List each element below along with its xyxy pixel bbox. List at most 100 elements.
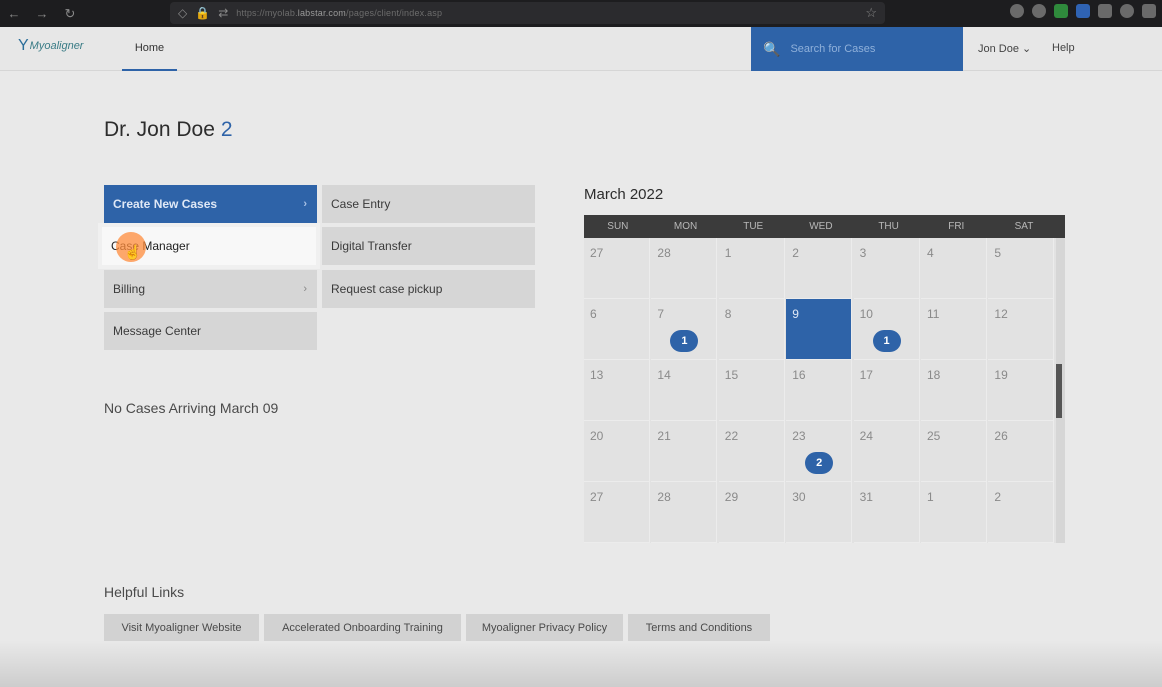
day-number: 9 xyxy=(792,307,799,321)
calendar-day[interactable]: 28 xyxy=(651,238,718,299)
billing-button[interactable]: Billing › xyxy=(104,270,317,308)
back-icon[interactable]: ← xyxy=(0,6,28,21)
privacy-policy-link[interactable]: Myoaligner Privacy Policy xyxy=(466,614,623,641)
notification-count[interactable]: 2 xyxy=(221,118,233,141)
weekday-label: WED xyxy=(809,221,833,232)
logo-text: Myoaligner xyxy=(29,40,84,52)
day-number: 7 xyxy=(657,307,665,321)
day-number: 23 xyxy=(792,429,806,443)
calendar-day[interactable]: 18 xyxy=(921,360,987,421)
onboarding-training-link[interactable]: Accelerated Onboarding Training xyxy=(264,614,461,641)
library-icon[interactable] xyxy=(1098,4,1112,18)
calendar-day[interactable]: 17 xyxy=(853,360,920,421)
calendar-day[interactable]: 23 2 xyxy=(786,421,853,482)
calendar-grid: 27 28 1 2 3 4 5 6 7 1 8 9 10 1 11 12 13 14 15 16 17 18 19 20 21 2… xyxy=(584,238,1056,543)
menu-label: Message Center xyxy=(113,324,202,338)
case-entry-button[interactable]: Case Entry xyxy=(322,185,535,223)
calendar-day[interactable]: 6 xyxy=(584,299,650,360)
permissions-icon: ⇄ xyxy=(218,6,229,20)
calendar-day[interactable]: 13 xyxy=(584,360,650,421)
forward-icon[interactable]: → xyxy=(28,6,56,21)
calendar-day[interactable]: 5 xyxy=(988,238,1055,299)
calendar-day[interactable]: 2 xyxy=(786,238,853,299)
calendar-day[interactable]: 27 xyxy=(584,238,650,299)
digital-transfer-button[interactable]: Digital Transfer xyxy=(322,227,535,265)
chevron-right-icon: › xyxy=(303,283,307,295)
profile-icon[interactable] xyxy=(1120,4,1134,18)
calendar-day[interactable]: 15 xyxy=(718,360,785,421)
request-pickup-button[interactable]: Request case pickup xyxy=(322,270,535,308)
day-number: 27 xyxy=(590,490,604,504)
search-box[interactable]: 🔍 xyxy=(751,27,963,71)
extension-icon[interactable] xyxy=(1054,4,1068,18)
day-number: 30 xyxy=(792,490,806,504)
search-icon: 🔍 xyxy=(763,40,781,57)
calendar-day[interactable]: 28 xyxy=(651,482,718,543)
calendar-day[interactable]: 10 1 xyxy=(853,299,920,360)
pocket-icon[interactable] xyxy=(1010,4,1024,18)
address-bar[interactable]: ◇ 🔒 ⇄ https://myolab.labstar.com/pages/c… xyxy=(170,2,885,24)
day-number: 18 xyxy=(927,368,941,382)
calendar-day[interactable]: 8 xyxy=(718,299,785,360)
calendar-day[interactable]: 21 xyxy=(651,421,718,482)
calendar-day[interactable]: 9 xyxy=(786,299,853,360)
calendar-day[interactable]: 1 xyxy=(718,238,785,299)
day-number: 19 xyxy=(994,368,1008,382)
calendar-day[interactable]: 26 xyxy=(988,421,1055,482)
calendar-day[interactable]: 1 xyxy=(921,482,987,543)
calendar-day[interactable]: 29 xyxy=(718,482,785,543)
day-number: 11 xyxy=(927,307,940,321)
message-center-button[interactable]: Message Center xyxy=(104,312,317,350)
helpful-links-title: Helpful Links xyxy=(104,584,185,600)
extension-icon[interactable] xyxy=(1032,4,1046,18)
calendar-day[interactable]: 30 xyxy=(786,482,853,543)
terms-conditions-link[interactable]: Terms and Conditions xyxy=(628,614,770,641)
calendar-day[interactable]: 20 xyxy=(584,421,650,482)
create-new-cases-button[interactable]: Create New Cases › xyxy=(104,185,317,223)
chevron-right-icon: › xyxy=(303,198,307,210)
menu-label: Create New Cases xyxy=(113,197,218,211)
hand-cursor-icon: ☝ xyxy=(124,244,142,260)
help-link[interactable]: Help xyxy=(1052,42,1075,54)
calendar-day[interactable]: 16 xyxy=(786,360,853,421)
calendar-day[interactable]: 27 xyxy=(584,482,650,543)
calendar-day[interactable]: 71 xyxy=(651,299,718,360)
calendar-day[interactable]: 14 xyxy=(651,360,718,421)
day-number: 1 xyxy=(927,490,934,504)
scrollbar-thumb[interactable] xyxy=(1056,364,1062,418)
reload-icon[interactable]: ↻ xyxy=(56,6,84,22)
browser-toolbar: ← → ↻ ◇ 🔒 ⇄ https://myolab.labstar.com/p… xyxy=(0,0,1162,27)
search-input[interactable] xyxy=(790,43,951,55)
extension-icon[interactable] xyxy=(1076,4,1090,18)
calendar-day[interactable]: 24 xyxy=(853,421,920,482)
calendar-day[interactable]: 11 xyxy=(921,299,987,360)
day-number: 10 xyxy=(859,307,873,321)
calendar-day[interactable]: 12 xyxy=(988,299,1055,360)
bookmark-star-icon[interactable]: ☆ xyxy=(865,5,877,21)
app-header: Y Myoaligner Home 🔍 Jon Doe ⌄ Help xyxy=(0,27,1162,71)
calendar-scrollbar[interactable] xyxy=(1056,238,1065,543)
day-number: 22 xyxy=(724,429,739,443)
day-number: 15 xyxy=(724,368,739,382)
menu-icon[interactable] xyxy=(1142,4,1156,18)
nav-home[interactable]: Home xyxy=(122,27,177,71)
calendar-weekday-header: SUN MON TUE WED THU FRI SAT xyxy=(584,215,1065,238)
case-count-badge[interactable]: 1 xyxy=(872,330,901,352)
url-text: https://myolab.labstar.com/pages/client/… xyxy=(236,8,443,18)
logo[interactable]: Y Myoaligner xyxy=(18,37,83,55)
day-number: 16 xyxy=(792,368,806,382)
calendar-day[interactable]: 31 xyxy=(853,482,920,543)
calendar-day[interactable]: 19 xyxy=(988,360,1055,421)
visit-website-link[interactable]: Visit Myoaligner Website xyxy=(104,614,259,641)
case-count-badge[interactable]: 1 xyxy=(670,330,699,352)
calendar-day[interactable]: 3 xyxy=(853,238,920,299)
day-number: 4 xyxy=(927,246,934,260)
case-count-badge[interactable]: 2 xyxy=(805,452,834,474)
user-menu[interactable]: Jon Doe ⌄ xyxy=(978,42,1031,55)
calendar-day[interactable]: 22 xyxy=(718,421,785,482)
no-cases-message: No Cases Arriving March 09 xyxy=(104,400,279,416)
calendar-day[interactable]: 2 xyxy=(988,482,1055,543)
calendar-day[interactable]: 25 xyxy=(921,421,987,482)
weekday-label: SAT xyxy=(1014,221,1034,232)
calendar-day[interactable]: 4 xyxy=(921,238,987,299)
